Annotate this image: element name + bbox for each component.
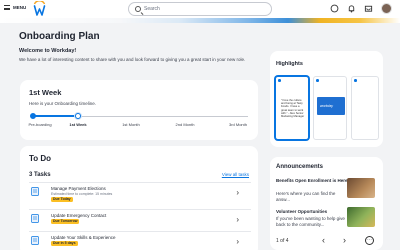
chevron-right-icon[interactable]: › <box>343 235 346 245</box>
circle-icon <box>316 79 319 82</box>
chevron-right-icon[interactable]: › <box>236 188 239 197</box>
bell-icon[interactable] <box>347 4 356 13</box>
search-icon <box>135 6 141 12</box>
due-badge: Due Today <box>51 196 73 202</box>
highlight-tag <box>278 79 282 82</box>
todo-title: To Do <box>29 154 52 163</box>
task-count: 3 Tasks <box>29 172 51 178</box>
menu-button[interactable]: MENU <box>4 5 26 10</box>
document-icon <box>31 214 39 223</box>
circle-icon <box>278 79 281 82</box>
task-row[interactable]: Update Your Skills & Experience Due in 5… <box>29 231 251 250</box>
user-avatar[interactable] <box>381 3 392 14</box>
timeline-title: 1st Week <box>29 88 62 97</box>
chevron-left-icon[interactable]: ‹ <box>322 235 325 245</box>
timeline-track <box>78 115 248 117</box>
announcement-title[interactable]: Volunteer Opportunities <box>276 209 327 214</box>
highlights-title: Highlights <box>276 61 303 67</box>
circle-icon <box>354 79 357 82</box>
highlight-quote-card[interactable]: "I love the culture and being at Tasty F… <box>275 76 309 140</box>
timeline-label: 1st Week <box>69 122 87 127</box>
welcome-section: Welcome to Workday! We have a lot of int… <box>12 44 264 78</box>
highlight-image: workday <box>317 97 345 115</box>
highlight-card-partial[interactable] <box>351 76 379 140</box>
announcement-body: If you've been wanting to help give back… <box>276 216 345 227</box>
timeline-step-1st-week[interactable] <box>75 113 81 119</box>
highlight-image-card[interactable]: workday <box>313 76 347 140</box>
timeline-label: 1st Month <box>122 122 140 127</box>
workday-logo[interactable] <box>33 1 46 17</box>
announcement-title[interactable]: Benefits Open Enrollment is Here <box>276 178 348 183</box>
task-row[interactable]: Manage Payment Elections Estimated time … <box>29 182 251 202</box>
timeline-label: Pre-boarding <box>28 122 52 127</box>
task-title: Update Your Skills & Experience <box>51 235 116 240</box>
welcome-body: We have a lot of interesting content to … <box>19 57 246 62</box>
highlight-quote: "I love the culture and being at Tasty F… <box>281 99 305 119</box>
highlight-tag <box>354 79 358 82</box>
announcements-title: Announcements <box>276 164 324 170</box>
chevron-right-icon[interactable]: › <box>236 215 239 224</box>
document-icon <box>31 187 39 196</box>
welcome-title: Welcome to Workday! <box>19 48 77 54</box>
pagination-label: 1 of 4 <box>276 238 289 244</box>
highlights-card: Highlights "I love the culture and being… <box>270 51 383 147</box>
due-badge: Due Tomorrow <box>51 218 80 224</box>
timeline-label: 3rd Month <box>228 122 247 127</box>
task-row[interactable]: Update Emergency Contact Due Tomorrow › <box>29 209 251 229</box>
view-all-tasks-link[interactable]: View all tasks <box>222 172 249 177</box>
task-title: Update Emergency Contact <box>51 213 107 218</box>
highlight-image-caption: workday <box>320 104 334 108</box>
chat-icon[interactable] <box>330 4 339 13</box>
menu-label: MENU <box>13 5 27 10</box>
announcement-thumbnail[interactable] <box>347 178 375 198</box>
announcement-body: Here's where you can find the answ... <box>276 191 336 202</box>
timeline-card: 1st Week Here is your Onboarding timelin… <box>20 80 258 140</box>
more-options-icon[interactable]: ⋯ <box>365 236 374 245</box>
document-icon <box>31 236 39 245</box>
timeline-step-preboarding[interactable] <box>30 113 36 119</box>
todo-card: To Do 3 Tasks View all tasks Manage Paym… <box>20 146 258 250</box>
task-meta: Estimated time to complete: 15 minutes <box>51 191 113 196</box>
search-input[interactable]: Search <box>128 2 272 16</box>
header-banner <box>0 18 400 23</box>
announcement-thumbnail[interactable] <box>347 207 375 227</box>
hamburger-icon <box>4 5 10 10</box>
task-title: Manage Payment Elections <box>51 186 106 191</box>
due-badge: Due in 5 days <box>51 240 78 246</box>
search-placeholder: Search <box>144 6 160 12</box>
announcements-card: Announcements Benefits Open Enrollment i… <box>270 157 383 250</box>
timeline-label: 2nd Month <box>175 122 195 127</box>
highlight-tag <box>316 79 320 82</box>
page-title: Onboarding Plan <box>19 31 100 42</box>
timeline-subtitle: Here is your Onboarding timeline. <box>29 101 97 106</box>
inbox-icon[interactable] <box>364 4 373 13</box>
timeline-progress <box>33 115 78 117</box>
top-bar: MENU Search <box>0 0 400 18</box>
chevron-right-icon[interactable]: › <box>236 237 239 246</box>
